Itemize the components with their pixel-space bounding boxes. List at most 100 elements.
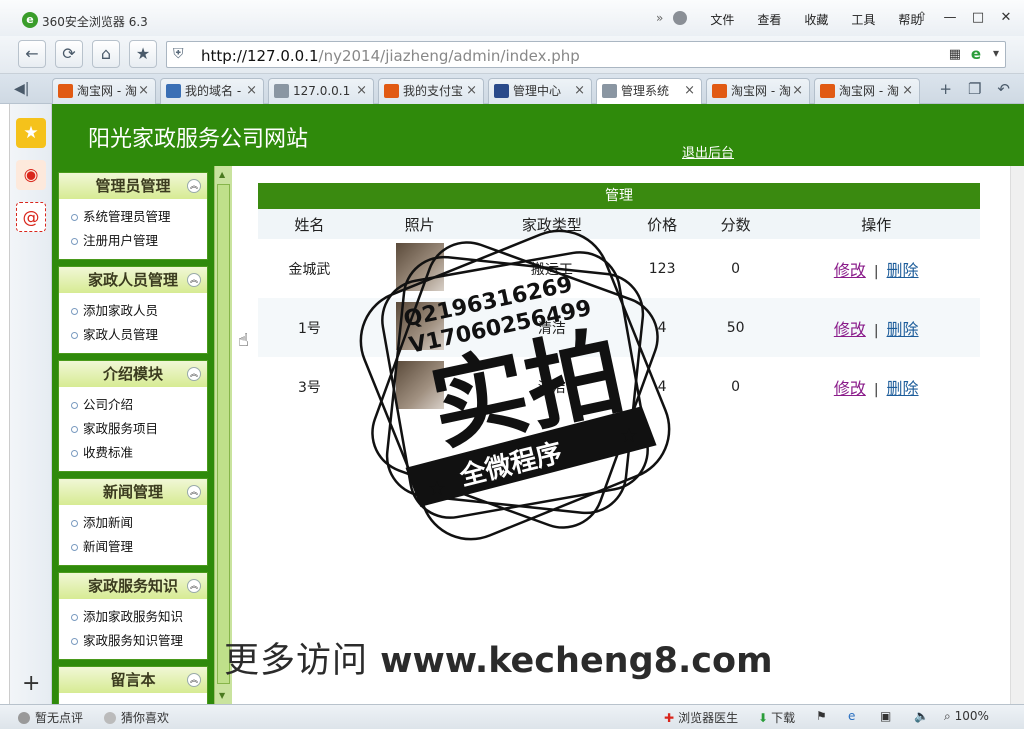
collapse-icon[interactable]: ︽ (187, 367, 201, 381)
status-flag-icon[interactable]: ⚑ (816, 709, 827, 723)
tab-6[interactable]: 淘宝网 - 淘 × (706, 78, 810, 104)
close-tab-icon[interactable]: × (466, 79, 477, 103)
close-tab-icon[interactable]: × (356, 79, 367, 103)
menu-group-header[interactable]: 新闻管理 ︽ (59, 479, 207, 505)
menu-tools[interactable]: 工具 (851, 11, 875, 28)
dropdown-icon[interactable]: ▾ (993, 46, 999, 60)
close-tab-icon[interactable]: × (574, 79, 585, 103)
tab-label: 管理系统 (621, 84, 670, 98)
action-separator: | (873, 322, 879, 339)
menu-favorites[interactable]: 收藏 (804, 11, 828, 28)
menu-item[interactable]: 添加新闻 (71, 511, 207, 535)
close-tab-icon[interactable]: × (902, 79, 913, 103)
home-button[interactable]: ⌂ (92, 40, 120, 68)
scroll-down-icon[interactable]: ▼ (219, 691, 225, 700)
status-window-icon[interactable]: ▣ (880, 709, 891, 723)
shield-icon[interactable]: ⛨ (173, 46, 189, 64)
status-review[interactable]: 暂无点评 (18, 709, 83, 726)
delete-link[interactable]: 删除 (887, 261, 919, 280)
user-icon[interactable] (673, 11, 688, 25)
cell-actions: 修改 | 删除 (772, 357, 980, 416)
menu-file[interactable]: 文件 (710, 11, 734, 28)
tab-list-icon[interactable]: ◀| (14, 81, 29, 97)
email-icon[interactable]: @ (16, 202, 46, 232)
skin-button[interactable]: ⇧ (910, 8, 934, 28)
alipay-icon (384, 84, 399, 98)
chevron-right-icon[interactable]: » (656, 11, 663, 28)
close-tab-icon[interactable]: × (246, 79, 257, 103)
edit-link[interactable]: 修改 (834, 379, 866, 398)
qr-code-icon[interactable]: ▦ (949, 47, 961, 62)
ie-engine-icon[interactable]: e (971, 45, 981, 63)
menu-group-header[interactable]: 家政人员管理 ︽ (59, 267, 207, 293)
status-guess[interactable]: 猜你喜欢 (104, 709, 169, 726)
status-sound-icon[interactable]: 🔈 (914, 709, 929, 723)
tab-0[interactable]: 淘宝网 - 淘 × (52, 78, 156, 104)
status-download-label: 下载 (771, 711, 796, 725)
menu-item[interactable]: 添加家政服务知识 (71, 605, 207, 629)
collapse-icon[interactable]: ︽ (187, 179, 201, 193)
menu-item[interactable]: 新闻管理 (71, 535, 207, 559)
scroll-up-icon[interactable]: ▲ (219, 170, 225, 179)
refresh-button[interactable]: ⟳ (55, 40, 83, 68)
menu-group-header[interactable]: 管理员管理 ︽ (59, 173, 207, 199)
minimize-button[interactable]: — (938, 8, 962, 28)
tab-5[interactable]: 管理系统 × (596, 78, 702, 105)
menu-scrollbar[interactable]: ▲ ▼ (214, 166, 232, 704)
close-tab-icon[interactable]: × (684, 79, 695, 103)
add-sidebar-icon[interactable]: + (22, 671, 40, 696)
status-download[interactable]: ⬇ 下载 (758, 709, 795, 726)
tab-3[interactable]: 我的支付宝 × (378, 78, 484, 104)
url-text[interactable]: http://127.0.0.1/ny2014/jiazheng/admin/i… (201, 47, 580, 65)
site-header: 阳光家政服务公司网站 退出后台 (52, 104, 1024, 166)
delete-link[interactable]: 删除 (887, 320, 919, 339)
close-tab-icon[interactable]: × (792, 79, 803, 103)
tab-7[interactable]: 淘宝网 - 淘 × (814, 78, 920, 104)
menu-group-header[interactable]: 留言本 ︽ (59, 667, 207, 693)
delete-link[interactable]: 删除 (887, 379, 919, 398)
scroll-thumb[interactable] (217, 184, 230, 684)
address-bar[interactable]: ⛨ http://127.0.0.1/ny2014/jiazheng/admin… (166, 41, 1006, 68)
edit-link[interactable]: 修改 (834, 320, 866, 339)
menu-group-header[interactable]: 介绍模块 ︽ (59, 361, 207, 387)
tab-1[interactable]: 我的域名 - × (160, 78, 264, 104)
tab-label: 管理中心 (513, 84, 562, 98)
status-ie-icon[interactable]: e (848, 709, 855, 723)
undo-close-icon[interactable]: ↶ (997, 80, 1010, 98)
collapse-icon[interactable]: ︽ (187, 273, 201, 287)
status-doctor[interactable]: ✚ 浏览器医生 (664, 709, 738, 726)
menu-items: 公司介绍 家政服务项目 收费标准 (59, 387, 207, 471)
star-icon: ★ (135, 44, 151, 63)
menu-group-header[interactable]: 家政服务知识 ︽ (59, 573, 207, 599)
weibo-icon[interactable]: ◉ (16, 160, 46, 190)
menu-item[interactable]: 注册用户管理 (71, 229, 207, 253)
status-guess-label: 猜你喜欢 (121, 711, 170, 725)
menu-item[interactable]: 家政服务知识管理 (71, 629, 207, 653)
menu-view[interactable]: 查看 (757, 11, 781, 28)
page-scrollbar[interactable] (1010, 166, 1024, 704)
close-tab-icon[interactable]: × (138, 79, 149, 103)
close-button[interactable]: ✕ (994, 8, 1018, 28)
collapse-icon[interactable]: ︽ (187, 673, 201, 687)
collapse-icon[interactable]: ︽ (187, 579, 201, 593)
new-tab-icon[interactable]: + (939, 80, 952, 98)
edit-link[interactable]: 修改 (834, 261, 866, 280)
menu-item[interactable]: 收费标准 (71, 441, 207, 465)
favorites-star-icon[interactable]: ★ (16, 118, 46, 148)
status-review-label: 暂无点评 (35, 711, 84, 725)
back-button[interactable]: ← (18, 40, 46, 68)
menu-item[interactable]: 家政人员管理 (71, 323, 207, 347)
collapse-icon[interactable]: ︽ (187, 485, 201, 499)
menu-item[interactable]: 公司介绍 (71, 393, 207, 417)
status-zoom[interactable]: ⌕ 100% (944, 709, 989, 724)
cell-actions: 修改 | 删除 (772, 298, 980, 357)
tab-2[interactable]: 127.0.0.1 × (268, 78, 374, 104)
favorite-button[interactable]: ★ (129, 40, 157, 68)
menu-item[interactable]: 添加家政人员 (71, 299, 207, 323)
maximize-button[interactable]: □ (966, 8, 990, 28)
tab-4[interactable]: 管理中心 × (488, 78, 592, 104)
logout-link[interactable]: 退出后台 (682, 142, 734, 161)
duplicate-tab-icon[interactable]: ❐ (968, 80, 981, 98)
menu-item[interactable]: 家政服务项目 (71, 417, 207, 441)
menu-item[interactable]: 系统管理员管理 (71, 205, 207, 229)
